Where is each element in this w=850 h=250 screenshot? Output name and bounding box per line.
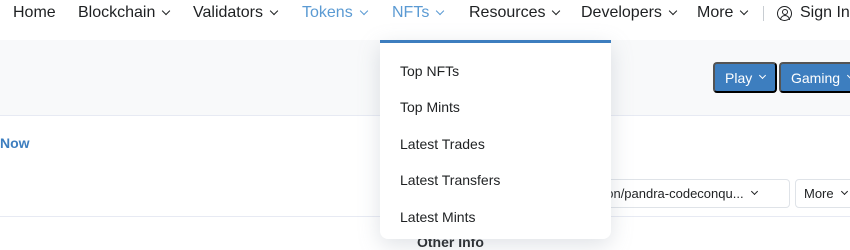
nav-nfts-label: NFTs	[392, 4, 430, 21]
chevron-down-icon	[436, 6, 445, 16]
nav-developers-label: Developers	[581, 4, 662, 21]
user-circle-icon	[777, 5, 792, 21]
sign-in-label: Sign In	[800, 4, 850, 21]
chevron-down-icon	[552, 6, 561, 16]
nav-nfts[interactable]: NFTs	[392, 3, 445, 23]
more-dropdown-button[interactable]: More	[795, 179, 850, 208]
menu-item-latest-transfers[interactable]: Latest Transfers	[400, 172, 500, 188]
more-dropdown-label: More	[804, 186, 834, 201]
nav-blockchain[interactable]: Blockchain	[78, 3, 171, 23]
menu-item-top-nfts[interactable]: Top NFTs	[400, 63, 459, 79]
menu-item-latest-trades[interactable]: Latest Trades	[400, 136, 485, 152]
nav-resources-label: Resources	[469, 4, 546, 21]
top-navbar: Home Blockchain Validators Tokens NFTs R…	[0, 0, 850, 27]
nav-more[interactable]: More	[697, 3, 749, 23]
play-button[interactable]: Play	[713, 62, 778, 93]
nav-developers[interactable]: Developers	[581, 3, 678, 23]
chevron-down-icon	[840, 187, 848, 196]
chevron-down-icon	[668, 6, 678, 16]
gaming-button-label: Gaming	[791, 69, 841, 86]
chevron-down-icon	[750, 187, 758, 196]
nav-validators-label: Validators	[193, 4, 263, 21]
chevron-down-icon	[269, 6, 279, 16]
nav-tokens[interactable]: Tokens	[302, 3, 368, 23]
chevron-down-icon	[759, 71, 767, 80]
nav-divider	[763, 6, 764, 21]
nav-tokens-label: Tokens	[302, 4, 353, 21]
nav-home[interactable]: Home	[13, 3, 56, 23]
now-link[interactable]: Now	[0, 135, 30, 151]
chevron-down-icon	[359, 6, 368, 16]
nav-more-label: More	[697, 4, 734, 21]
nfts-dropdown-menu: Top NFTs Top Mints Latest Trades Latest …	[380, 40, 611, 239]
nav-home-label: Home	[13, 4, 56, 21]
chevron-down-icon	[162, 6, 171, 16]
sign-in-link[interactable]: Sign In	[777, 3, 850, 23]
menu-item-latest-mints[interactable]: Latest Mints	[400, 209, 475, 225]
play-button-label: Play	[725, 69, 753, 86]
chevron-down-icon	[740, 6, 749, 16]
nav-blockchain-label: Blockchain	[78, 4, 156, 21]
nav-validators[interactable]: Validators	[193, 3, 279, 23]
nav-resources[interactable]: Resources	[469, 3, 561, 23]
menu-item-top-mints[interactable]: Top Mints	[400, 99, 460, 115]
gaming-button[interactable]: Gaming	[779, 62, 850, 93]
collection-path-select[interactable]: ection/pandra-codeconqu...	[580, 179, 790, 208]
